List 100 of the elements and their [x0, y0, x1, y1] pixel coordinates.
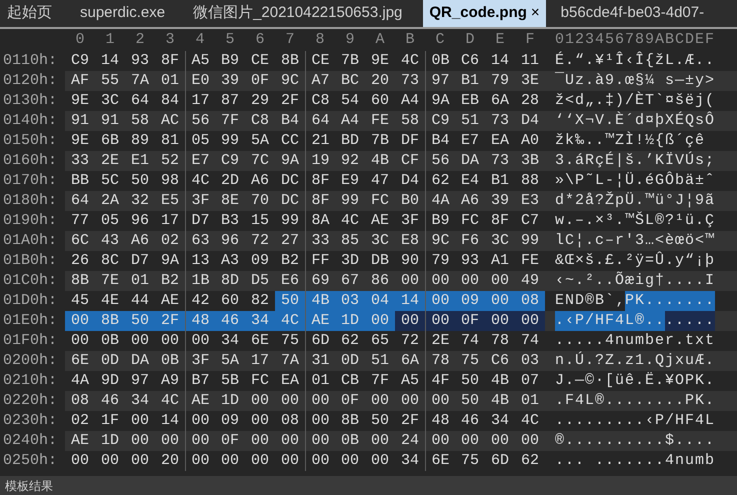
hex-byte: 00: [400, 271, 420, 291]
hex-byte: 02: [70, 411, 90, 431]
hex-byte: 4E: [100, 291, 120, 311]
hex-byte: 0F: [340, 391, 360, 411]
hex-byte: 34: [245, 311, 275, 331]
file-tab[interactable]: QR_code.png ×: [423, 0, 546, 27]
offset-label: 0230h:: [2, 410, 58, 431]
hex-byte: C6: [460, 51, 480, 71]
hex-byte: 51: [460, 111, 480, 131]
hex-byte: 8D: [220, 271, 240, 291]
hex-byte: 14: [160, 411, 180, 431]
hex-byte: FC: [370, 191, 390, 211]
hex-byte: 74: [520, 331, 540, 351]
hex-byte: 0D: [340, 351, 360, 371]
column-header: 4: [194, 30, 206, 50]
file-tab[interactable]: 起始页: [0, 0, 59, 27]
hex-byte: 7E: [100, 271, 120, 291]
hex-byte: 8B: [340, 411, 360, 431]
hex-byte: 3C: [100, 91, 120, 111]
hex-byte: B2: [280, 251, 300, 271]
hex-byte: 96: [220, 231, 240, 251]
hex-byte: 8F: [160, 51, 180, 71]
hex-byte: 72: [400, 331, 420, 351]
hex-byte: 00: [490, 271, 510, 291]
hex-byte: 7B: [370, 131, 390, 151]
offset-label: 0240h:: [2, 430, 58, 451]
hex-byte: 09: [250, 251, 270, 271]
file-tab[interactable]: superdic.exe: [73, 0, 172, 27]
hex-byte: 01: [130, 271, 150, 291]
ascii-text: É.“.¥¹Î‹Î{žL.Æ..: [555, 51, 716, 71]
hex-byte: 46: [100, 391, 120, 411]
hex-byte: C9: [220, 151, 240, 171]
hex-byte: B0: [400, 191, 420, 211]
hex-byte: 64: [305, 111, 335, 131]
hex-byte: 00: [250, 451, 270, 471]
hex-byte: 77: [70, 211, 90, 231]
ascii-text: »\P˜L-¦Ü.éGÔbä±ˆ: [555, 171, 716, 191]
hex-byte: 56: [425, 151, 455, 171]
hex-byte: 20: [370, 71, 390, 91]
hex-byte: 97: [425, 71, 455, 91]
hex-byte: 00: [160, 431, 180, 451]
panel-title: 模板结果: [5, 480, 53, 492]
hex-byte: 00: [130, 451, 150, 471]
hex-byte: 00: [400, 391, 420, 411]
offset-label: 0170h:: [2, 170, 58, 191]
hex-byte: E9: [340, 171, 360, 191]
hex-byte: FC: [460, 211, 480, 231]
hex-byte: B1: [460, 71, 480, 91]
hex-byte: 08: [70, 391, 90, 411]
hex-byte: 00: [425, 431, 455, 451]
hex-byte: 79: [490, 71, 510, 91]
hex-byte: 8C: [100, 251, 120, 271]
hex-byte: AC: [160, 111, 180, 131]
hex-byte: 00: [160, 331, 180, 351]
column-header: 8: [314, 30, 326, 50]
hex-byte: 00: [485, 291, 515, 311]
hex-byte: 00: [185, 451, 215, 471]
hex-byte: 7F: [220, 111, 240, 131]
hex-byte: 08: [280, 411, 300, 431]
hex-byte: 58: [400, 111, 420, 131]
hex-byte: 9C: [280, 71, 300, 91]
offset-label: 01D0h:: [2, 290, 58, 311]
offset-label: 0220h:: [2, 390, 58, 411]
hex-byte: 48: [185, 311, 215, 331]
hex-byte: FE: [370, 111, 390, 131]
offset-label: 0140h:: [2, 110, 58, 131]
hex-byte: CC: [280, 131, 300, 151]
hex-byte: 43: [100, 231, 120, 251]
hex-byte: CB: [340, 371, 360, 391]
file-tab[interactable]: 微信图片_20210422150653.jpg: [186, 0, 410, 27]
hex-byte: 00: [370, 451, 390, 471]
ascii-text: .F4L®........PK.: [555, 391, 716, 411]
hex-byte: 78: [490, 331, 510, 351]
hex-byte: 7F: [370, 371, 390, 391]
column-header: A: [374, 30, 386, 50]
hex-byte: 00: [280, 391, 300, 411]
hex-byte: DA: [130, 351, 150, 371]
close-tab-button[interactable]: ×: [530, 2, 540, 25]
hex-byte: DC: [280, 171, 300, 191]
hex-byte: 7C: [250, 151, 270, 171]
hex-byte: 86: [370, 271, 390, 291]
column-header: 2: [134, 30, 146, 50]
hex-byte: 3D: [340, 251, 360, 271]
file-tab[interactable]: b56cde4f-be03-4d07-: [554, 0, 712, 27]
offset-label: 0200h:: [2, 350, 58, 371]
hex-byte: 7A: [280, 351, 300, 371]
column-header: 1: [104, 30, 116, 50]
hex-byte: 2D: [220, 171, 240, 191]
hex-byte: C9: [425, 111, 455, 131]
hex-byte: B1: [490, 171, 510, 191]
hex-byte: 00: [370, 391, 390, 411]
hex-byte: 11: [520, 51, 540, 71]
ascii-text: J.—©·[üê.Ë.¥OPK.: [555, 371, 716, 391]
ascii-text: ž<d„.‡)/ÈT`¤šëj(: [555, 91, 716, 111]
hex-byte: E5: [160, 191, 180, 211]
hex-byte: 81: [160, 131, 180, 151]
hex-byte: 0F: [455, 311, 485, 331]
hex-byte: DB: [370, 251, 390, 271]
hex-byte: 5A: [220, 351, 240, 371]
hex-byte: D7: [130, 251, 150, 271]
